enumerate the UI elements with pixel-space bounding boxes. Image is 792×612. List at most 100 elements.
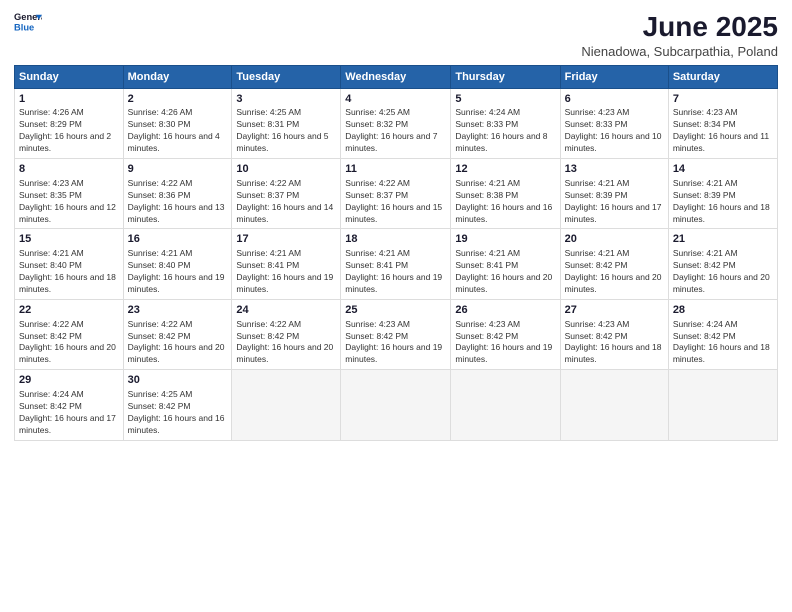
day-info: Sunrise: 4:21 AMSunset: 8:42 PMDaylight:… <box>565 248 664 296</box>
day-info: Sunrise: 4:26 AMSunset: 8:30 PMDaylight:… <box>128 107 228 155</box>
day-number: 18 <box>345 232 446 247</box>
table-row: 26Sunrise: 4:23 AMSunset: 8:42 PMDayligh… <box>451 299 560 369</box>
day-number: 9 <box>128 162 228 177</box>
table-row: 28Sunrise: 4:24 AMSunset: 8:42 PMDayligh… <box>668 299 777 369</box>
day-number: 13 <box>565 162 664 177</box>
logo: General Blue <box>14 10 42 32</box>
table-row: 24Sunrise: 4:22 AMSunset: 8:42 PMDayligh… <box>232 299 341 369</box>
day-info: Sunrise: 4:22 AMSunset: 8:42 PMDaylight:… <box>128 319 228 367</box>
day-info: Sunrise: 4:21 AMSunset: 8:39 PMDaylight:… <box>673 178 773 226</box>
col-tuesday: Tuesday <box>232 65 341 88</box>
day-number: 6 <box>565 92 664 107</box>
table-row: 15Sunrise: 4:21 AMSunset: 8:40 PMDayligh… <box>15 229 124 299</box>
table-row: 12Sunrise: 4:21 AMSunset: 8:38 PMDayligh… <box>451 159 560 229</box>
calendar-week-row: 22 Sunrise: 4:22 AMSunset: 8:42 PMDayligh… <box>15 299 778 369</box>
table-row: 5Sunrise: 4:24 AMSunset: 8:33 PMDaylight… <box>451 88 560 158</box>
day-number: 21 <box>673 232 773 247</box>
day-info: Sunrise: 4:24 AMSunset: 8:42 PMDaylight:… <box>673 319 773 367</box>
day-info: Sunrise: 4:21 AMSunset: 8:41 PMDaylight:… <box>455 248 555 296</box>
day-info: Sunrise: 4:22 AMSunset: 8:36 PMDaylight:… <box>128 178 228 226</box>
day-info: Sunrise: 4:25 AMSunset: 8:31 PMDaylight:… <box>236 107 336 155</box>
day-number: 16 <box>128 232 228 247</box>
table-row <box>232 370 341 440</box>
table-row: 2Sunrise: 4:26 AMSunset: 8:30 PMDaylight… <box>123 88 232 158</box>
day-number: 17 <box>236 232 336 247</box>
table-row <box>341 370 451 440</box>
calendar-table: Sunday Monday Tuesday Wednesday Thursday… <box>14 65 778 441</box>
day-number: 19 <box>455 232 555 247</box>
table-row: 11Sunrise: 4:22 AMSunset: 8:37 PMDayligh… <box>341 159 451 229</box>
table-row: 14Sunrise: 4:21 AMSunset: 8:39 PMDayligh… <box>668 159 777 229</box>
day-info: Sunrise: 4:21 AMSunset: 8:38 PMDaylight:… <box>455 178 555 226</box>
day-number: 7 <box>673 92 773 107</box>
day-info: Sunrise: 4:21 AMSunset: 8:40 PMDaylight:… <box>19 248 119 296</box>
col-thursday: Thursday <box>451 65 560 88</box>
day-number: 8 <box>19 162 119 177</box>
main-title: June 2025 <box>581 10 778 44</box>
day-number: 3 <box>236 92 336 107</box>
table-row: 20Sunrise: 4:21 AMSunset: 8:42 PMDayligh… <box>560 229 668 299</box>
calendar-week-row: 8Sunrise: 4:23 AMSunset: 8:35 PMDaylight… <box>15 159 778 229</box>
day-number: 29 <box>19 373 119 388</box>
day-info: Sunrise: 4:21 AMSunset: 8:41 PMDaylight:… <box>345 248 446 296</box>
day-number: 10 <box>236 162 336 177</box>
table-row: 6Sunrise: 4:23 AMSunset: 8:33 PMDaylight… <box>560 88 668 158</box>
header: General Blue June 2025 Nienadowa, Subcar… <box>14 10 778 59</box>
day-info: Sunrise: 4:23 AMSunset: 8:34 PMDaylight:… <box>673 107 773 155</box>
calendar-week-row: 15Sunrise: 4:21 AMSunset: 8:40 PMDayligh… <box>15 229 778 299</box>
subtitle: Nienadowa, Subcarpathia, Poland <box>581 44 778 59</box>
day-number: 24 <box>236 303 336 318</box>
day-info: Sunrise: 4:22 AMSunset: 8:37 PMDaylight:… <box>345 178 446 226</box>
day-number: 1 <box>19 92 119 107</box>
table-row: 3Sunrise: 4:25 AMSunset: 8:31 PMDaylight… <box>232 88 341 158</box>
day-info: Sunrise: 4:26 AMSunset: 8:29 PMDaylight:… <box>19 107 119 155</box>
calendar-week-row: 1Sunrise: 4:26 AMSunset: 8:29 PMDaylight… <box>15 88 778 158</box>
day-info: Sunrise: 4:23 AMSunset: 8:42 PMDaylight:… <box>345 319 446 367</box>
table-row: 9Sunrise: 4:22 AMSunset: 8:36 PMDaylight… <box>123 159 232 229</box>
table-row: 21Sunrise: 4:21 AMSunset: 8:42 PMDayligh… <box>668 229 777 299</box>
page: General Blue June 2025 Nienadowa, Subcar… <box>0 0 792 612</box>
table-row: 1Sunrise: 4:26 AMSunset: 8:29 PMDaylight… <box>15 88 124 158</box>
day-info: Sunrise: 4:24 AMSunset: 8:33 PMDaylight:… <box>455 107 555 155</box>
table-row: 23Sunrise: 4:22 AMSunset: 8:42 PMDayligh… <box>123 299 232 369</box>
title-block: June 2025 Nienadowa, Subcarpathia, Polan… <box>581 10 778 59</box>
table-row: 27Sunrise: 4:23 AMSunset: 8:42 PMDayligh… <box>560 299 668 369</box>
table-row: 30Sunrise: 4:25 AMSunset: 8:42 PMDayligh… <box>123 370 232 440</box>
day-number: 20 <box>565 232 664 247</box>
day-number: 27 <box>565 303 664 318</box>
table-row: 8Sunrise: 4:23 AMSunset: 8:35 PMDaylight… <box>15 159 124 229</box>
table-row: 19Sunrise: 4:21 AMSunset: 8:41 PMDayligh… <box>451 229 560 299</box>
day-info: Sunrise: 4:23 AMSunset: 8:35 PMDaylight:… <box>19 178 119 226</box>
day-number: 14 <box>673 162 773 177</box>
col-wednesday: Wednesday <box>341 65 451 88</box>
table-row <box>451 370 560 440</box>
table-row: 10Sunrise: 4:22 AMSunset: 8:37 PMDayligh… <box>232 159 341 229</box>
day-number: 25 <box>345 303 446 318</box>
day-number: 23 <box>128 303 228 318</box>
day-info: Sunrise: 4:24 AMSunset: 8:42 PMDaylight:… <box>19 389 119 437</box>
day-number: 15 <box>19 232 119 247</box>
day-number: 26 <box>455 303 555 318</box>
table-row: 18Sunrise: 4:21 AMSunset: 8:41 PMDayligh… <box>341 229 451 299</box>
table-row: 7Sunrise: 4:23 AMSunset: 8:34 PMDaylight… <box>668 88 777 158</box>
day-info: Sunrise: 4:23 AMSunset: 8:33 PMDaylight:… <box>565 107 664 155</box>
day-info: Sunrise: 4:25 AMSunset: 8:32 PMDaylight:… <box>345 107 446 155</box>
col-saturday: Saturday <box>668 65 777 88</box>
day-number: 30 <box>128 373 228 388</box>
col-monday: Monday <box>123 65 232 88</box>
day-number: 22 <box>19 303 119 318</box>
day-info: Sunrise: 4:21 AMSunset: 8:42 PMDaylight:… <box>673 248 773 296</box>
col-friday: Friday <box>560 65 668 88</box>
day-number: 28 <box>673 303 773 318</box>
day-number: 5 <box>455 92 555 107</box>
day-number: 2 <box>128 92 228 107</box>
table-row <box>560 370 668 440</box>
table-row <box>668 370 777 440</box>
calendar-header-row: Sunday Monday Tuesday Wednesday Thursday… <box>15 65 778 88</box>
day-number: 11 <box>345 162 446 177</box>
logo-icon: General Blue <box>14 10 42 32</box>
day-number: 4 <box>345 92 446 107</box>
day-info: Sunrise: 4:23 AMSunset: 8:42 PMDaylight:… <box>455 319 555 367</box>
table-row: 25Sunrise: 4:23 AMSunset: 8:42 PMDayligh… <box>341 299 451 369</box>
table-row: 22Sunrise: 4:22 AMSunset: 8:42 PMDayligh… <box>15 299 124 369</box>
